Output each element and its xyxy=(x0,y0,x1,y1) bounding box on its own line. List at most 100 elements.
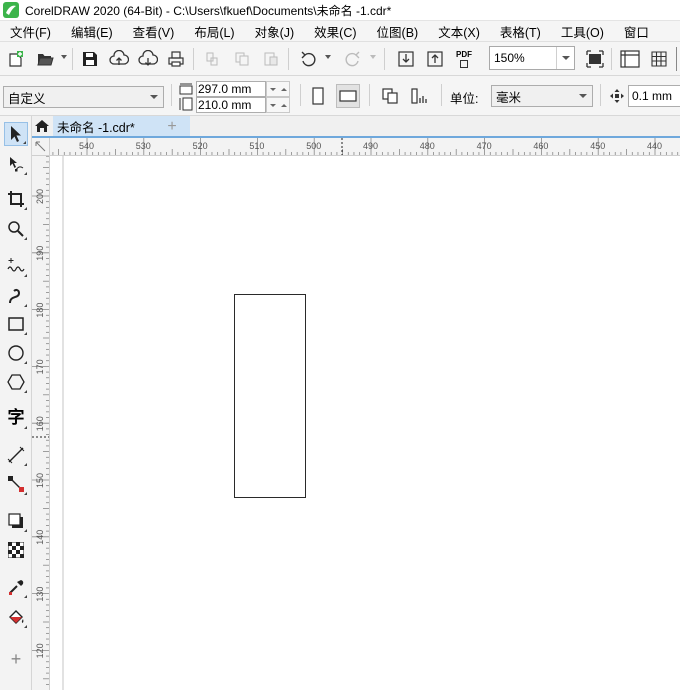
freehand-icon xyxy=(7,258,25,272)
chevron-down-icon xyxy=(579,94,587,98)
hexagon-icon xyxy=(7,374,25,390)
transparency-tool[interactable] xyxy=(4,538,28,562)
zoom-dropdown-button[interactable] xyxy=(556,47,574,69)
full-screen-button[interactable] xyxy=(583,47,607,71)
menu-window[interactable]: 窗口 xyxy=(614,22,659,41)
interactive-fill-tool[interactable] xyxy=(4,605,28,629)
undo-dropdown-caret[interactable] xyxy=(325,55,331,59)
drawing-canvas[interactable] xyxy=(50,156,680,690)
nudge-distance-field[interactable]: 0.1 mm xyxy=(628,85,680,107)
menu-view[interactable]: 查看(V) xyxy=(123,22,185,41)
cloud-upload-button[interactable] xyxy=(107,47,131,71)
flyout-indicator xyxy=(24,426,27,429)
pick-tool[interactable] xyxy=(4,122,28,146)
menu-object[interactable]: 对象(J) xyxy=(245,22,305,41)
zoom-tool[interactable] xyxy=(4,217,28,241)
import-button[interactable] xyxy=(394,47,418,71)
checkerboard-icon xyxy=(8,542,24,558)
units-value[interactable]: 毫米 xyxy=(492,87,579,106)
page-size-preset-value[interactable]: 自定义 xyxy=(4,88,150,107)
page-width-field[interactable]: 297.0 mm xyxy=(196,81,266,97)
print-button[interactable] xyxy=(164,47,188,71)
copy-button[interactable] xyxy=(230,47,254,71)
page-size-preset-select[interactable]: 自定义 xyxy=(3,86,164,108)
open-button[interactable] xyxy=(33,47,57,71)
flyout-indicator xyxy=(24,304,27,307)
export-button[interactable] xyxy=(423,47,447,71)
portrait-button[interactable] xyxy=(306,84,330,108)
zoom-level-combobox[interactable]: 150% xyxy=(489,46,575,70)
grid-icon xyxy=(651,51,667,67)
document-tab-label: 未命名 -1.cdr* xyxy=(57,120,135,135)
chevron-down-icon xyxy=(561,56,570,60)
page-width-spinner[interactable] xyxy=(266,81,290,97)
import-icon xyxy=(398,51,414,67)
units-select[interactable]: 毫米 xyxy=(491,85,593,107)
shape-tool[interactable] xyxy=(4,152,28,176)
crop-tool[interactable] xyxy=(4,187,28,211)
all-pages-button[interactable] xyxy=(378,84,402,108)
new-document-tab-button[interactable]: + xyxy=(161,117,183,136)
new-document-icon xyxy=(9,51,23,67)
full-screen-icon xyxy=(586,50,604,68)
ruler-label: 200 xyxy=(35,189,45,204)
save-button[interactable] xyxy=(78,47,102,71)
undo-button[interactable] xyxy=(296,47,320,71)
flyout-indicator xyxy=(24,361,27,364)
current-page-button[interactable] xyxy=(408,84,432,108)
quick-customize-button[interactable]: + xyxy=(4,647,28,671)
redo-button[interactable] xyxy=(341,47,365,71)
coreldraw-logo-icon xyxy=(3,2,19,18)
rectangle-tool[interactable] xyxy=(4,312,28,336)
menu-effects[interactable]: 效果(C) xyxy=(304,22,366,41)
ruler-label: 170 xyxy=(35,359,45,374)
dimension-tool[interactable] xyxy=(4,443,28,467)
ellipse-tool[interactable] xyxy=(4,341,28,365)
ellipse-icon xyxy=(8,345,24,361)
cloud-upload-icon xyxy=(109,50,129,65)
crop-icon xyxy=(8,191,24,207)
polygon-tool[interactable] xyxy=(4,370,28,394)
rectangle-object[interactable] xyxy=(234,294,306,498)
ruler-origin-corner[interactable] xyxy=(32,138,50,156)
drop-shadow-tool[interactable] xyxy=(4,509,28,533)
flyout-indicator xyxy=(24,625,27,628)
menu-text[interactable]: 文本(X) xyxy=(428,22,490,41)
horizontal-ruler[interactable]: 540 530 520 510 500 490 480 470 460 450 440 xyxy=(50,138,680,156)
menu-table[interactable]: 表格(T) xyxy=(490,22,551,41)
show-rulers-button[interactable] xyxy=(618,47,642,71)
landscape-button[interactable] xyxy=(336,84,360,108)
text-tool[interactable]: 字 xyxy=(4,406,28,430)
open-dropdown-caret[interactable] xyxy=(61,55,67,59)
page-height-field[interactable]: 210.0 mm xyxy=(196,97,266,113)
cut-button[interactable] xyxy=(200,47,224,71)
copy-icon xyxy=(235,52,249,66)
artistic-media-tool[interactable] xyxy=(4,284,28,308)
menu-layout[interactable]: 布局(L) xyxy=(184,22,244,41)
flyout-indicator xyxy=(24,207,27,210)
eyedropper-tool[interactable] xyxy=(4,575,28,599)
redo-dropdown-caret[interactable] xyxy=(370,55,376,59)
cloud-download-button[interactable] xyxy=(136,47,160,71)
publish-pdf-button[interactable]: PDF xyxy=(452,47,476,71)
menu-edit[interactable]: 编辑(E) xyxy=(61,22,123,41)
all-pages-icon xyxy=(382,88,398,104)
eyedropper-icon xyxy=(9,580,24,595)
flyout-indicator xyxy=(24,529,27,532)
vertical-ruler[interactable]: 200 190 180 170 160 150 140 130 120 xyxy=(32,156,50,690)
ruler-label: 450 xyxy=(590,141,605,151)
connector-tool[interactable] xyxy=(4,472,28,496)
welcome-home-tab[interactable] xyxy=(32,116,52,136)
freehand-tool[interactable] xyxy=(4,254,28,278)
page-height-spinner[interactable] xyxy=(266,97,290,113)
menu-tools[interactable]: 工具(O) xyxy=(551,22,614,41)
menu-file[interactable]: 文件(F) xyxy=(0,22,61,41)
new-document-button[interactable] xyxy=(4,47,28,71)
paste-button[interactable] xyxy=(259,47,283,71)
connector-icon xyxy=(8,476,24,492)
zoom-level-value[interactable]: 150% xyxy=(490,51,556,65)
show-grid-button[interactable] xyxy=(647,47,671,71)
ruler-label: 460 xyxy=(533,141,548,151)
menu-bitmaps[interactable]: 位图(B) xyxy=(367,22,429,41)
text-glyph-icon: 字 xyxy=(7,408,25,427)
